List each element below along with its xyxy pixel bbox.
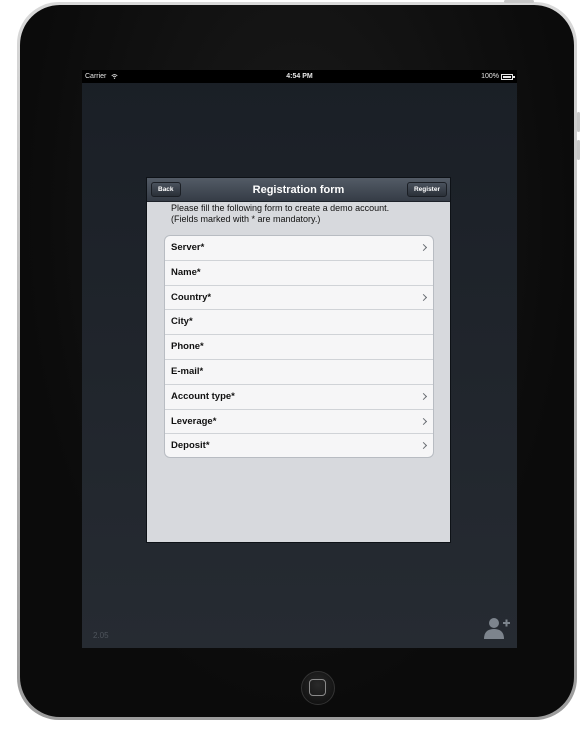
- add-user-icon[interactable]: [483, 616, 511, 640]
- status-time: 4:54 PM: [286, 73, 313, 80]
- version-label: 2.05: [93, 631, 109, 640]
- chevron-right-icon: [419, 293, 428, 301]
- field-leverage[interactable]: Leverage*: [165, 410, 433, 435]
- battery-icon: [501, 73, 515, 80]
- field-name[interactable]: Name*: [165, 261, 433, 286]
- navigation-bar: Back Registration form Register: [147, 178, 450, 202]
- field-label: Name*: [171, 266, 201, 278]
- battery-percent: 100%: [481, 73, 499, 80]
- field-label: Country*: [171, 291, 212, 303]
- field-label: E-mail*: [171, 365, 204, 377]
- chevron-right-icon: [419, 442, 428, 450]
- field-label: Leverage*: [171, 415, 217, 427]
- instructions-line-1: Please fill the following form to create…: [171, 203, 390, 213]
- page-title: Registration form: [252, 184, 345, 196]
- field-label: Deposit*: [171, 440, 210, 452]
- chevron-right-icon: [419, 392, 428, 400]
- status-bar: Carrier 4:54 PM 100%: [82, 70, 517, 83]
- field-deposit[interactable]: Deposit*: [165, 434, 433, 457]
- field-label: Phone*: [171, 341, 204, 353]
- status-battery: 100%: [481, 70, 515, 83]
- field-country[interactable]: Country*: [165, 286, 433, 311]
- field-account-type[interactable]: Account type*: [165, 385, 433, 410]
- form-instructions: Please fill the following form to create…: [147, 202, 450, 225]
- screen: Carrier 4:54 PM 100% Back Registration f…: [82, 70, 517, 648]
- register-button[interactable]: Register: [406, 182, 447, 197]
- field-city[interactable]: City*: [165, 310, 433, 336]
- chevron-right-icon: [419, 417, 428, 425]
- registration-form-modal: Back Registration form Register Please f…: [146, 177, 451, 543]
- field-email[interactable]: E-mail*: [165, 360, 433, 385]
- sleep-button[interactable]: [504, 0, 534, 3]
- home-button-icon: [309, 679, 326, 696]
- field-label: Server*: [171, 242, 205, 253]
- field-server[interactable]: Server*: [165, 236, 433, 261]
- chevron-right-icon: [419, 243, 428, 252]
- field-label: Account type*: [171, 390, 235, 402]
- field-phone[interactable]: Phone*: [165, 335, 433, 360]
- instructions-line-2: (Fields marked with * are mandatory.): [171, 214, 321, 224]
- form-field-list: Server* Name* Country* City* Phone* E-ma…: [164, 235, 434, 458]
- field-label: City*: [171, 316, 193, 328]
